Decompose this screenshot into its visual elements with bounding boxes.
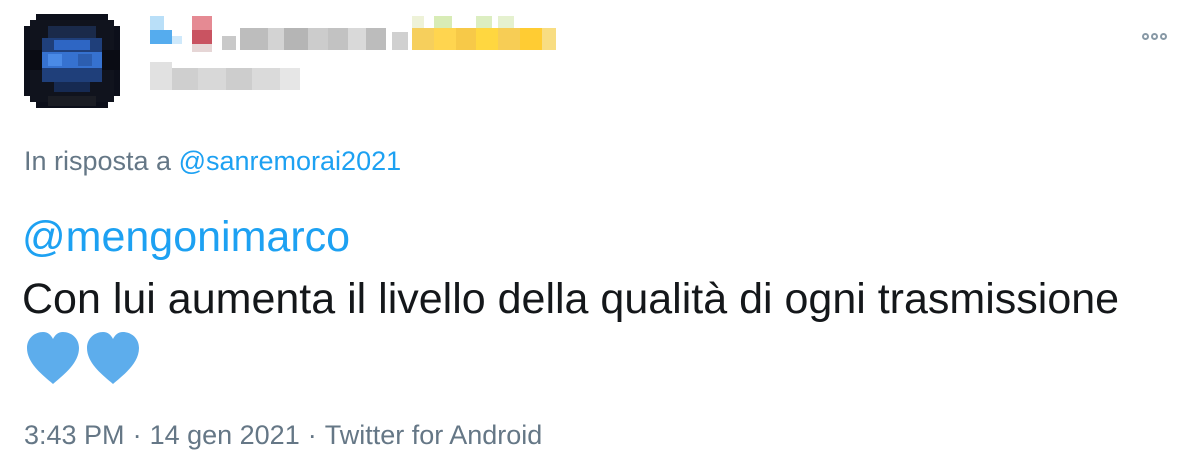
reply-context: In risposta a @sanremorai2021 xyxy=(24,146,401,177)
reply-to-link[interactable]: @sanremorai2021 xyxy=(179,146,402,176)
pixelated-name-icon xyxy=(150,16,556,90)
more-options-icon xyxy=(1150,32,1158,40)
more-options-button[interactable] xyxy=(1136,24,1172,48)
reply-prefix: In risposta a xyxy=(24,146,172,176)
tweet-metadata: 3:43 PM · 14 gen 2021 · Twitter for Android xyxy=(24,420,542,451)
blue-heart-icon xyxy=(27,332,79,384)
avatar[interactable] xyxy=(18,10,126,112)
tweet-source[interactable]: Twitter for Android xyxy=(325,420,543,450)
separator: · xyxy=(307,420,317,450)
tweet-date[interactable]: 14 gen 2021 xyxy=(150,420,300,450)
tweet-card: In risposta a @sanremorai2021 @mengonima… xyxy=(0,0,1200,460)
separator: · xyxy=(132,420,142,450)
tweet-time[interactable]: 3:43 PM xyxy=(24,420,125,450)
author-name-block[interactable] xyxy=(140,12,600,102)
pixelated-avatar-icon xyxy=(18,10,126,112)
tweet-body: Con lui aumenta il livello della qualità… xyxy=(22,275,1120,323)
more-options-icon xyxy=(1141,32,1149,40)
mention-link[interactable]: @mengonimarco xyxy=(22,206,1172,268)
more-options-icon xyxy=(1159,32,1167,40)
blue-heart-icon xyxy=(87,332,139,384)
tweet-text: @mengonimarco Con lui aumenta il livello… xyxy=(22,206,1172,393)
